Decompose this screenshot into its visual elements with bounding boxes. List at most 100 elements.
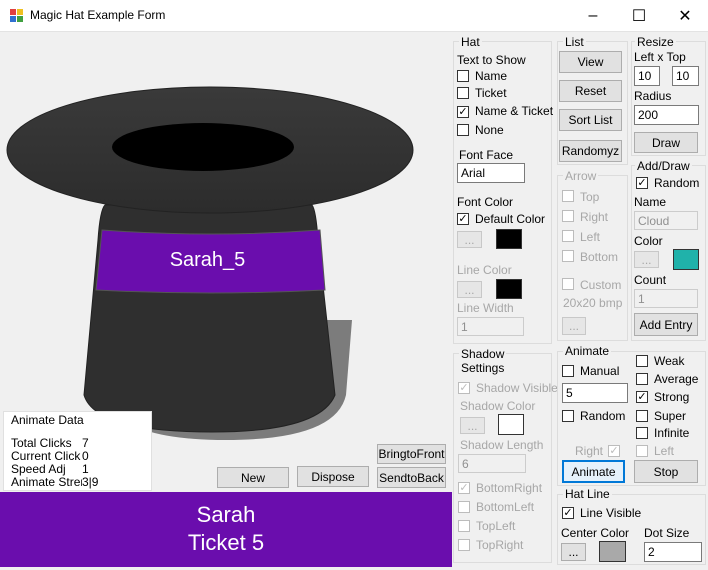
top-right-checkbox[interactable] <box>458 539 470 551</box>
shadow-color-label: Shadow Color <box>460 399 536 413</box>
randomyz-button[interactable]: Randomyz <box>559 140 622 162</box>
dot-size-field[interactable]: 2 <box>644 542 702 562</box>
animate-data-panel: Animate Data Total Clicks 7 Current Clic… <box>3 411 152 491</box>
shadow-visible-checkbox[interactable]: ✓ <box>458 382 470 394</box>
show-name-ticket-checkbox[interactable]: ✓ <box>457 106 469 118</box>
add-color-picker-button[interactable]: ... <box>634 251 659 268</box>
show-name-ticket-label: Name & Ticket <box>475 104 554 118</box>
add-entry-button[interactable]: Add Entry <box>634 313 698 336</box>
show-none-checkbox[interactable] <box>457 124 469 136</box>
shadow-color-swatch <box>498 414 524 435</box>
font-face-field[interactable]: Arial <box>457 163 525 183</box>
count-label: Count <box>634 273 667 287</box>
add-random-label: Random <box>654 176 700 190</box>
view-button[interactable]: View <box>559 51 622 73</box>
banner-ticket: Ticket 5 <box>187 530 265 555</box>
manual-checkbox[interactable] <box>562 365 574 377</box>
animate-left-checkbox[interactable] <box>636 445 648 457</box>
left-field[interactable]: 10 <box>634 66 660 86</box>
stop-button[interactable]: Stop <box>634 460 698 483</box>
animate-strength-label: Animate Streng <box>11 475 82 489</box>
new-button[interactable]: New <box>217 467 289 488</box>
font-color-picker-button[interactable]: ... <box>457 231 482 248</box>
bring-to-front-button[interactable]: BringtoFront <box>377 444 446 464</box>
animate-left-label: Left <box>654 444 675 458</box>
bottom-left-label: BottomLeft <box>476 500 535 514</box>
bottom-right-checkbox[interactable]: ✓ <box>458 482 470 494</box>
animate-right-label: Right <box>575 444 604 458</box>
top-left-checkbox[interactable] <box>458 520 470 532</box>
top-field[interactable]: 10 <box>672 66 699 86</box>
close-button[interactable]: ✕ <box>662 0 708 31</box>
line-color-picker-button[interactable]: ... <box>457 281 482 298</box>
hat-group-title: Hat <box>459 35 482 49</box>
animate-right-checkbox[interactable]: ✓ <box>608 445 620 457</box>
speed-adj-label: Speed Adj <box>11 462 66 476</box>
top-right-label: TopRight <box>476 538 524 552</box>
infinite-checkbox[interactable] <box>636 427 648 439</box>
arrow-right-checkbox[interactable] <box>562 210 574 222</box>
radius-field[interactable]: 200 <box>634 105 699 125</box>
manual-field[interactable]: 5 <box>562 383 628 403</box>
list-group-title: List <box>563 35 586 49</box>
manual-label: Manual <box>580 364 620 378</box>
default-color-checkbox[interactable]: ✓ <box>457 213 469 225</box>
line-width-label: Line Width <box>457 301 514 315</box>
add-name-field[interactable]: Cloud <box>634 211 698 230</box>
add-color-label: Color <box>634 234 663 248</box>
line-color-swatch <box>496 279 522 299</box>
average-checkbox[interactable] <box>636 373 648 385</box>
weak-label: Weak <box>654 354 685 368</box>
line-color-label: Line Color <box>457 263 512 277</box>
arrow-left-checkbox[interactable] <box>562 230 574 242</box>
shadow-group-title: Shadow Settings <box>459 347 507 375</box>
reset-button[interactable]: Reset <box>559 80 622 102</box>
shadow-length-field[interactable]: 6 <box>458 454 526 473</box>
draw-button[interactable]: Draw <box>634 132 698 153</box>
font-color-label: Font Color <box>457 195 514 209</box>
arrow-bottom-label: Bottom <box>580 250 619 264</box>
show-name-checkbox[interactable] <box>457 70 469 82</box>
maximize-button[interactable]: ☐ <box>616 0 662 31</box>
send-to-back-button[interactable]: SendtoBack <box>377 467 446 488</box>
strong-checkbox[interactable]: ✓ <box>636 391 648 403</box>
weak-checkbox[interactable] <box>636 355 648 367</box>
center-color-picker-button[interactable]: ... <box>561 543 586 561</box>
show-none-label: None <box>475 123 504 137</box>
add-random-checkbox[interactable]: ✓ <box>636 177 648 189</box>
minimize-button[interactable]: – <box>570 0 616 31</box>
animate-random-checkbox[interactable] <box>562 410 574 422</box>
shadow-length-label: Shadow Length <box>460 438 544 452</box>
arrow-bmp-picker-button[interactable]: ... <box>562 317 586 335</box>
sort-list-button[interactable]: Sort List <box>559 109 622 131</box>
show-ticket-checkbox[interactable] <box>457 87 469 99</box>
show-ticket-label: Ticket <box>475 86 507 100</box>
average-label: Average <box>654 372 699 386</box>
count-field[interactable]: 1 <box>634 289 698 308</box>
current-click-label: Current Click <box>11 449 81 463</box>
default-color-label: Default Color <box>475 212 546 226</box>
bottom-left-checkbox[interactable] <box>458 501 470 513</box>
top-left-label: TopLeft <box>476 519 516 533</box>
animate-strength-value: 3|9 <box>82 475 99 489</box>
center-color-swatch <box>599 541 626 562</box>
add-draw-group-title: Add/Draw <box>635 159 692 173</box>
ticket-banner: Sarah Ticket 5 <box>0 492 452 567</box>
speed-adj-value: 1 <box>82 462 89 476</box>
line-visible-label: Line Visible <box>580 506 642 520</box>
arrow-bottom-checkbox[interactable] <box>562 250 574 262</box>
line-width-field[interactable]: 1 <box>457 317 524 336</box>
text-to-show-label: Text to Show <box>457 53 526 67</box>
current-click-value: 0 <box>82 449 89 463</box>
animate-button[interactable]: Animate <box>562 460 625 483</box>
app-icon <box>10 9 24 23</box>
add-color-swatch <box>673 249 699 270</box>
line-visible-checkbox[interactable]: ✓ <box>562 507 574 519</box>
arrow-top-checkbox[interactable] <box>562 190 574 202</box>
hat-band-text: Sarah_5 <box>169 249 246 271</box>
shadow-color-picker-button[interactable]: ... <box>460 417 485 434</box>
super-checkbox[interactable] <box>636 410 648 422</box>
dispose-button[interactable]: Dispose <box>297 466 369 487</box>
arrow-custom-checkbox[interactable] <box>562 278 574 290</box>
resize-group-title: Resize <box>635 35 676 49</box>
